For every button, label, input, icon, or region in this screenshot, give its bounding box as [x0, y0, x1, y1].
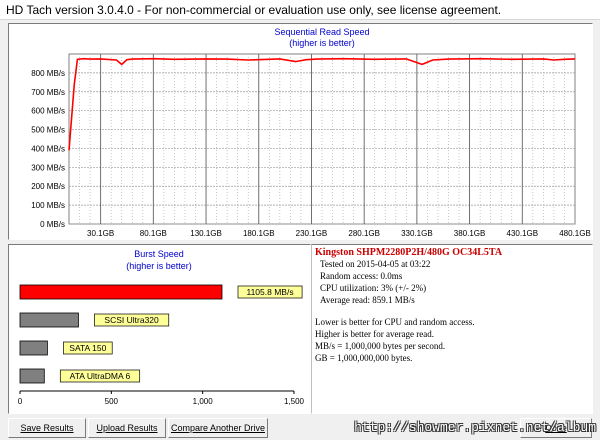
note-mbs: MB/s = 1,000,000 bytes per second. [315, 341, 446, 351]
title-bar: HD Tach version 3.0.4.0 - For non-commer… [0, 0, 600, 20]
chart-title: Sequential Read Speed [274, 27, 369, 37]
note-cpu: Lower is better for CPU and random acces… [315, 317, 475, 327]
hd-tach-window: HD Tach version 3.0.4.0 - For non-commer… [0, 0, 600, 440]
y-tick-label: 800 MB/s [31, 69, 65, 78]
burst-x-tick-label: 500 [105, 397, 119, 406]
burst-subtitle: (higher is better) [126, 261, 192, 271]
burst-bar [19, 340, 48, 356]
x-tick-label: 330.1GB [401, 229, 433, 238]
compare-another-drive-label: Compare Another Drive [170, 423, 266, 433]
compare-another-drive-button[interactable]: Compare Another Drive [168, 418, 268, 438]
x-tick-label: 430.1GB [507, 229, 539, 238]
y-tick-label: 500 MB/s [31, 126, 65, 135]
burst-title: Burst Speed [134, 249, 184, 259]
watermark: http://showmer.pixnet.net/album [354, 420, 596, 435]
drive-info-panel: Kingston SHPM2280P2H/480G OC34L5TA Teste… [311, 244, 593, 414]
x-tick-label: 380.1GB [454, 229, 486, 238]
burst-bar-label: ATA UltraDMA 6 [70, 371, 131, 381]
burst-speed-chart: Burst Speed (higher is better) 0 500 1,000 1,… [18, 249, 305, 406]
x-tick-label: 80.1GB [140, 229, 167, 238]
burst-bar [19, 312, 79, 328]
upload-results-label: Upload Results [96, 423, 158, 433]
window-title: HD Tach version 3.0.4.0 - For non-commer… [6, 3, 502, 17]
cpu-utilization: CPU utilization: 3% (+/- 2%) [320, 283, 427, 293]
y-tick-label: 200 MB/s [31, 182, 65, 191]
test-date: Tested on 2015-04-05 at 03:22 [320, 259, 431, 269]
upload-results-button[interactable]: Upload Results [88, 418, 166, 438]
save-results-button[interactable]: Save Results [8, 418, 86, 438]
burst-x-tick-label: 1,000 [193, 397, 214, 406]
y-tick-label: 100 MB/s [31, 201, 65, 210]
burst-bar [19, 368, 45, 384]
y-tick-label: 300 MB/s [31, 163, 65, 172]
x-tick-label: 280.1GB [348, 229, 380, 238]
save-results-label: Save Results [20, 423, 74, 433]
y-tick-label: 400 MB/s [31, 144, 65, 153]
random-access: Random access: 0.0ms [320, 271, 403, 281]
chart-subtitle: (higher is better) [289, 38, 355, 48]
sequential-read-chart: Sequential Read Speed(higher is better) 0… [31, 27, 591, 238]
drive-model: Kingston SHPM2280P2H/480G OC34L5TA [315, 247, 503, 258]
note-higher: Higher is better for average read. [315, 329, 434, 339]
x-tick-label: 30.1GB [87, 229, 114, 238]
x-tick-label: 480.1GB [559, 229, 591, 238]
x-tick-label: 180.1GB [243, 229, 275, 238]
burst-x-tick-label: 0 [18, 397, 23, 406]
burst-bar-label: 1105.8 MB/s [246, 287, 293, 297]
y-tick-label: 0 MB/s [40, 220, 65, 229]
burst-speed-panel: Burst Speed (higher is better) 0 500 1,000 1,… [8, 244, 311, 414]
burst-bar-label: SATA 150 [69, 343, 106, 353]
y-tick-label: 700 MB/s [31, 88, 65, 97]
burst-bar-label: SCSI Ultra320 [104, 315, 159, 325]
sequential-read-panel: Sequential Read Speed (higher is better) 0… [8, 23, 593, 240]
x-tick-label: 230.1GB [296, 229, 328, 238]
burst-bar [19, 284, 223, 300]
burst-x-tick-label: 1,500 [284, 397, 305, 406]
average-read: Average read: 859.1 MB/s [320, 295, 415, 305]
y-tick-label: 600 MB/s [31, 107, 65, 116]
note-gb: GB = 1,000,000,000 bytes. [315, 353, 413, 363]
x-tick-label: 130.1GB [190, 229, 222, 238]
